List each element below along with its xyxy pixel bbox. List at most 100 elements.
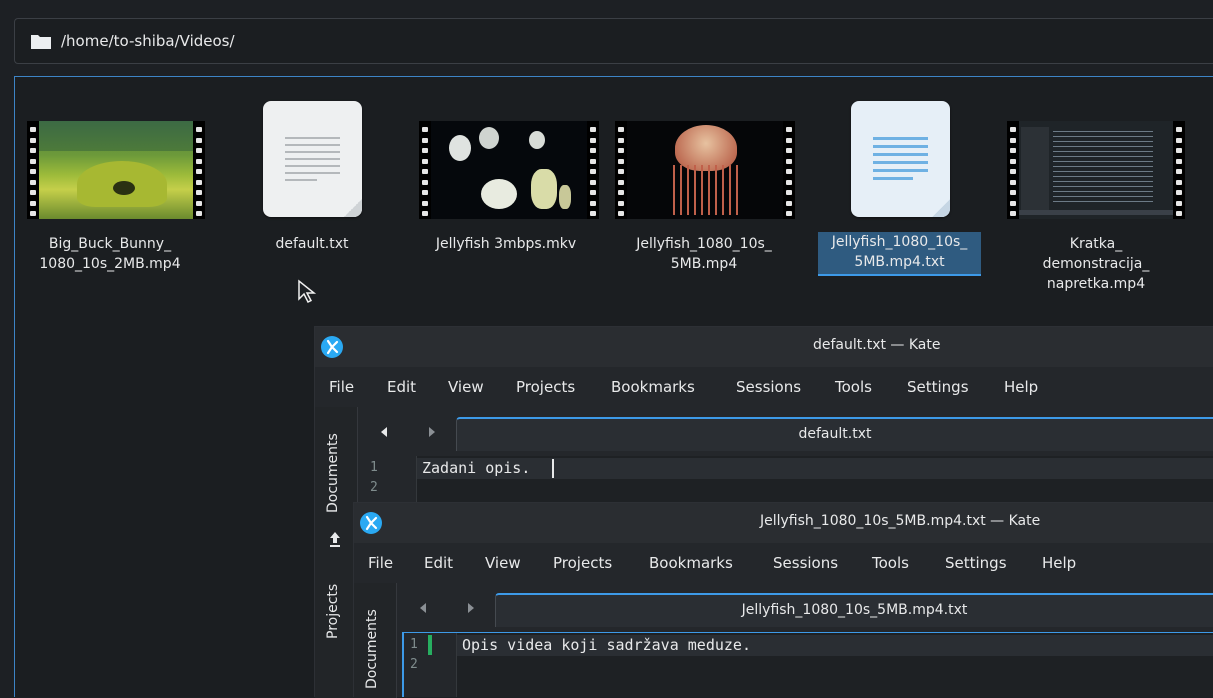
nav-back-icon[interactable]	[419, 603, 427, 613]
film-sprocket	[618, 211, 624, 216]
film-sprocket	[196, 179, 202, 185]
film-sprocket	[196, 148, 202, 153]
nav-back-icon[interactable]	[380, 427, 388, 437]
film-sprocket	[618, 190, 624, 195]
sidebar-tab-documents[interactable]: Documents	[325, 433, 341, 513]
line-number: 1	[410, 637, 418, 652]
film-sprocket	[590, 190, 596, 195]
location-bar[interactable]: /home/to-shiba/Videos/	[14, 18, 1213, 64]
window-title: Jellyfish_1080_10s_5MB.mp4.txt — Kate	[760, 513, 1041, 529]
file-name: default.txt	[275, 236, 349, 252]
menu-settings[interactable]: Settings	[907, 378, 969, 396]
film-sprocket	[786, 190, 792, 195]
film-sprocket	[590, 148, 596, 153]
menu-settings[interactable]: Settings	[945, 554, 1007, 572]
file-name: Kratka_ demonstracija_ napretka.mp4	[1042, 236, 1150, 292]
menu-projects[interactable]: Projects	[553, 554, 612, 572]
film-sprocket	[1176, 211, 1182, 216]
film-sprocket	[786, 158, 792, 164]
window-titlebar[interactable]: Jellyfish_1080_10s_5MB.mp4.txt — Kate	[354, 503, 1213, 543]
film-sprocket	[1176, 127, 1182, 132]
film-sprocket	[422, 200, 428, 206]
film-sprocket	[196, 169, 202, 174]
film-sprocket	[196, 137, 202, 143]
film-sprocket	[786, 137, 792, 143]
current-line-highlight	[417, 458, 1213, 479]
tab-default-txt[interactable]: default.txt	[456, 417, 1213, 451]
menu-projects[interactable]: Projects	[516, 378, 575, 396]
menu-bookmarks[interactable]: Bookmarks	[611, 378, 695, 396]
window-titlebar[interactable]: default.txt — Kate	[315, 327, 1213, 367]
film-sprocket	[590, 211, 596, 216]
menu-edit[interactable]: Edit	[424, 554, 453, 572]
text-file-icon	[851, 101, 950, 217]
film-sprocket	[590, 137, 596, 143]
folder-icon	[31, 35, 51, 49]
video-thumbnail	[1007, 121, 1185, 219]
sidebar-tab-projects[interactable]: Projects	[325, 584, 341, 639]
text-line: Opis videa koji sadržava meduze.	[462, 636, 751, 654]
film-sprocket	[422, 211, 428, 216]
file-name: Jellyfish 3mbps.mkv	[435, 236, 577, 252]
film-sprocket	[422, 148, 428, 153]
menu-edit[interactable]: Edit	[387, 378, 416, 396]
video-thumbnail	[419, 121, 599, 219]
film-sprocket	[618, 158, 624, 164]
film-sprocket	[1010, 179, 1016, 185]
line-number: 2	[410, 657, 418, 672]
kate-window[interactable]: Jellyfish_1080_10s_5MB.mp4.txt — Kate Fi…	[353, 502, 1213, 698]
nav-forward-icon[interactable]	[428, 427, 436, 437]
upload-icon	[330, 532, 340, 547]
menu-file[interactable]: File	[329, 378, 354, 396]
film-sprocket	[1176, 148, 1182, 153]
film-sprocket	[196, 158, 202, 164]
tab-label: Jellyfish_1080_10s_5MB.mp4.txt	[741, 602, 968, 618]
menu-sessions[interactable]: Sessions	[773, 554, 838, 572]
film-sprocket	[786, 127, 792, 132]
menu-bookmarks[interactable]: Bookmarks	[649, 554, 733, 572]
film-sprocket	[590, 127, 596, 132]
film-sprocket	[422, 190, 428, 195]
text-editor[interactable]: 1 2 Opis videa koji sadržava meduze.	[402, 632, 1213, 697]
film-sprocket	[1010, 169, 1016, 174]
film-sprocket	[618, 179, 624, 185]
menu-view[interactable]: View	[448, 378, 484, 396]
kate-app-icon	[321, 336, 343, 358]
menu-tools[interactable]: Tools	[835, 378, 872, 396]
mouse-cursor-icon	[298, 279, 317, 304]
line-number: 1	[370, 460, 378, 475]
film-sprocket	[422, 179, 428, 185]
film-sprocket	[1010, 148, 1016, 153]
menu-view[interactable]: View	[485, 554, 521, 572]
menu-help[interactable]: Help	[1004, 378, 1038, 396]
film-sprocket	[30, 158, 36, 164]
file-name: Jellyfish_1080_10s_ 5MB.mp4	[636, 236, 772, 272]
tab-bar: default.txt	[358, 413, 1213, 451]
film-sprocket	[196, 211, 202, 216]
video-thumbnail	[27, 121, 205, 219]
tab-jellyfish-txt[interactable]: Jellyfish_1080_10s_5MB.mp4.txt	[495, 593, 1213, 627]
menu-file[interactable]: File	[368, 554, 393, 572]
film-sprocket	[618, 200, 624, 206]
file-name: Big_Buck_Bunny_ 1080_10s_2MB.mp4	[39, 236, 181, 272]
sidebar-tab-documents[interactable]: Documents	[364, 609, 380, 689]
text-line: Zadani opis.	[422, 459, 531, 477]
nav-forward-icon[interactable]	[467, 603, 475, 613]
video-thumbnail	[615, 121, 795, 219]
file-name: Jellyfish_1080_10s_ 5MB.mp4.txt	[818, 232, 981, 276]
menu-sessions[interactable]: Sessions	[736, 378, 801, 396]
film-sprocket	[1176, 158, 1182, 164]
film-sprocket	[590, 169, 596, 174]
film-sprocket	[618, 169, 624, 174]
film-sprocket	[422, 137, 428, 143]
film-sprocket	[1010, 211, 1016, 216]
menu-help[interactable]: Help	[1042, 554, 1076, 572]
film-sprocket	[30, 179, 36, 185]
film-sprocket	[1176, 137, 1182, 143]
film-sprocket	[30, 127, 36, 132]
film-sprocket	[618, 127, 624, 132]
film-sprocket	[196, 190, 202, 195]
menu-tools[interactable]: Tools	[872, 554, 909, 572]
film-sprocket	[618, 137, 624, 143]
film-sprocket	[786, 179, 792, 185]
